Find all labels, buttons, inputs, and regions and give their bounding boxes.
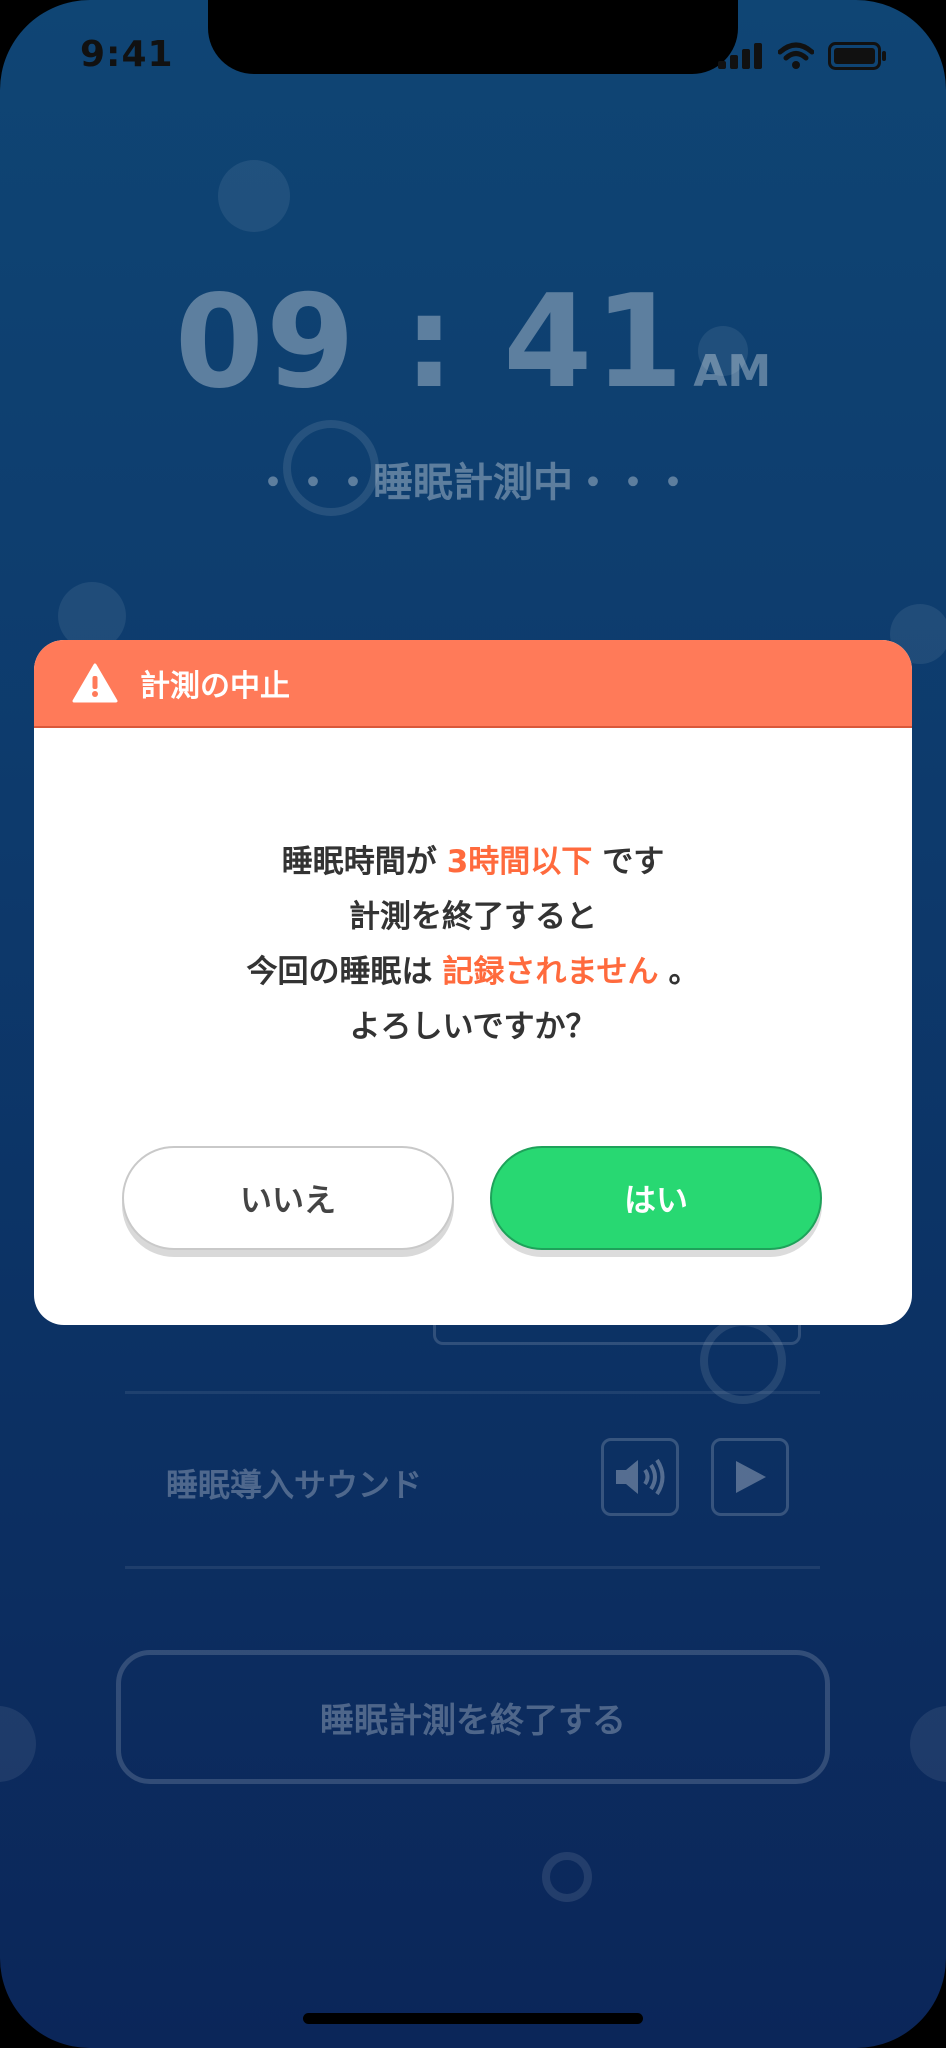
speaker-icon: [616, 1458, 665, 1496]
decor-bubble: [218, 160, 290, 232]
play-icon: [736, 1461, 766, 1493]
message-text: 今回の睡眠は: [246, 954, 433, 990]
play-button[interactable]: [711, 1438, 789, 1516]
signal-icon: [718, 43, 762, 69]
message-text: です: [602, 844, 665, 880]
message-text: 睡眠時間が: [281, 844, 437, 880]
status-time: 9:41: [80, 34, 174, 75]
divider: [125, 1566, 820, 1569]
decor-bubble: [0, 1706, 36, 1782]
battery-icon: [828, 42, 886, 70]
warning-icon: [72, 663, 118, 703]
clock-time: 09 : 41: [174, 268, 686, 417]
no-button[interactable]: いいえ: [122, 1146, 454, 1250]
yes-button[interactable]: はい: [490, 1146, 822, 1250]
decor-bubble: [910, 1706, 946, 1782]
message-highlight: 記録されません: [442, 954, 659, 990]
notch: [208, 0, 738, 74]
home-indicator: [303, 2013, 643, 2024]
status-icons: [718, 42, 886, 70]
dialog-title: 計測の中止: [140, 669, 290, 704]
measuring-status: ・・・睡眠計測中・・・: [253, 460, 693, 506]
sleep-sound-label: 睡眠導入サウンド: [166, 1466, 423, 1504]
message-line-4: よろしいですか？: [349, 1009, 597, 1045]
volume-button[interactable]: [601, 1438, 679, 1516]
message-line-1: 睡眠時間が 3時間以下 です: [34, 836, 912, 881]
stop-measurement-dialog: 計測の中止 睡眠時間が 3時間以下 です 計測を終了すると 今回の睡眠は 記録されませ…: [34, 640, 912, 1325]
divider: [125, 1391, 820, 1394]
message-line-2: 計測を終了すると: [349, 899, 597, 935]
phone-screen: 9:41 09 : 41 AM ・・・睡眠計測中・・・ 睡眠導入サウンド 睡眠計…: [0, 0, 946, 2048]
clock-display: 09 : 41 AM: [0, 268, 946, 417]
clock-ampm: AM: [693, 346, 772, 397]
decor-ring: [542, 1852, 592, 1902]
message-line-3: 今回の睡眠は 記録されません。: [34, 946, 912, 991]
end-measurement-button[interactable]: 睡眠計測を終了する: [116, 1650, 830, 1784]
wifi-icon: [778, 42, 814, 69]
dialog-header: 計測の中止: [34, 640, 912, 728]
message-text: 。: [668, 954, 700, 990]
message-highlight: 3時間以下: [446, 844, 593, 880]
